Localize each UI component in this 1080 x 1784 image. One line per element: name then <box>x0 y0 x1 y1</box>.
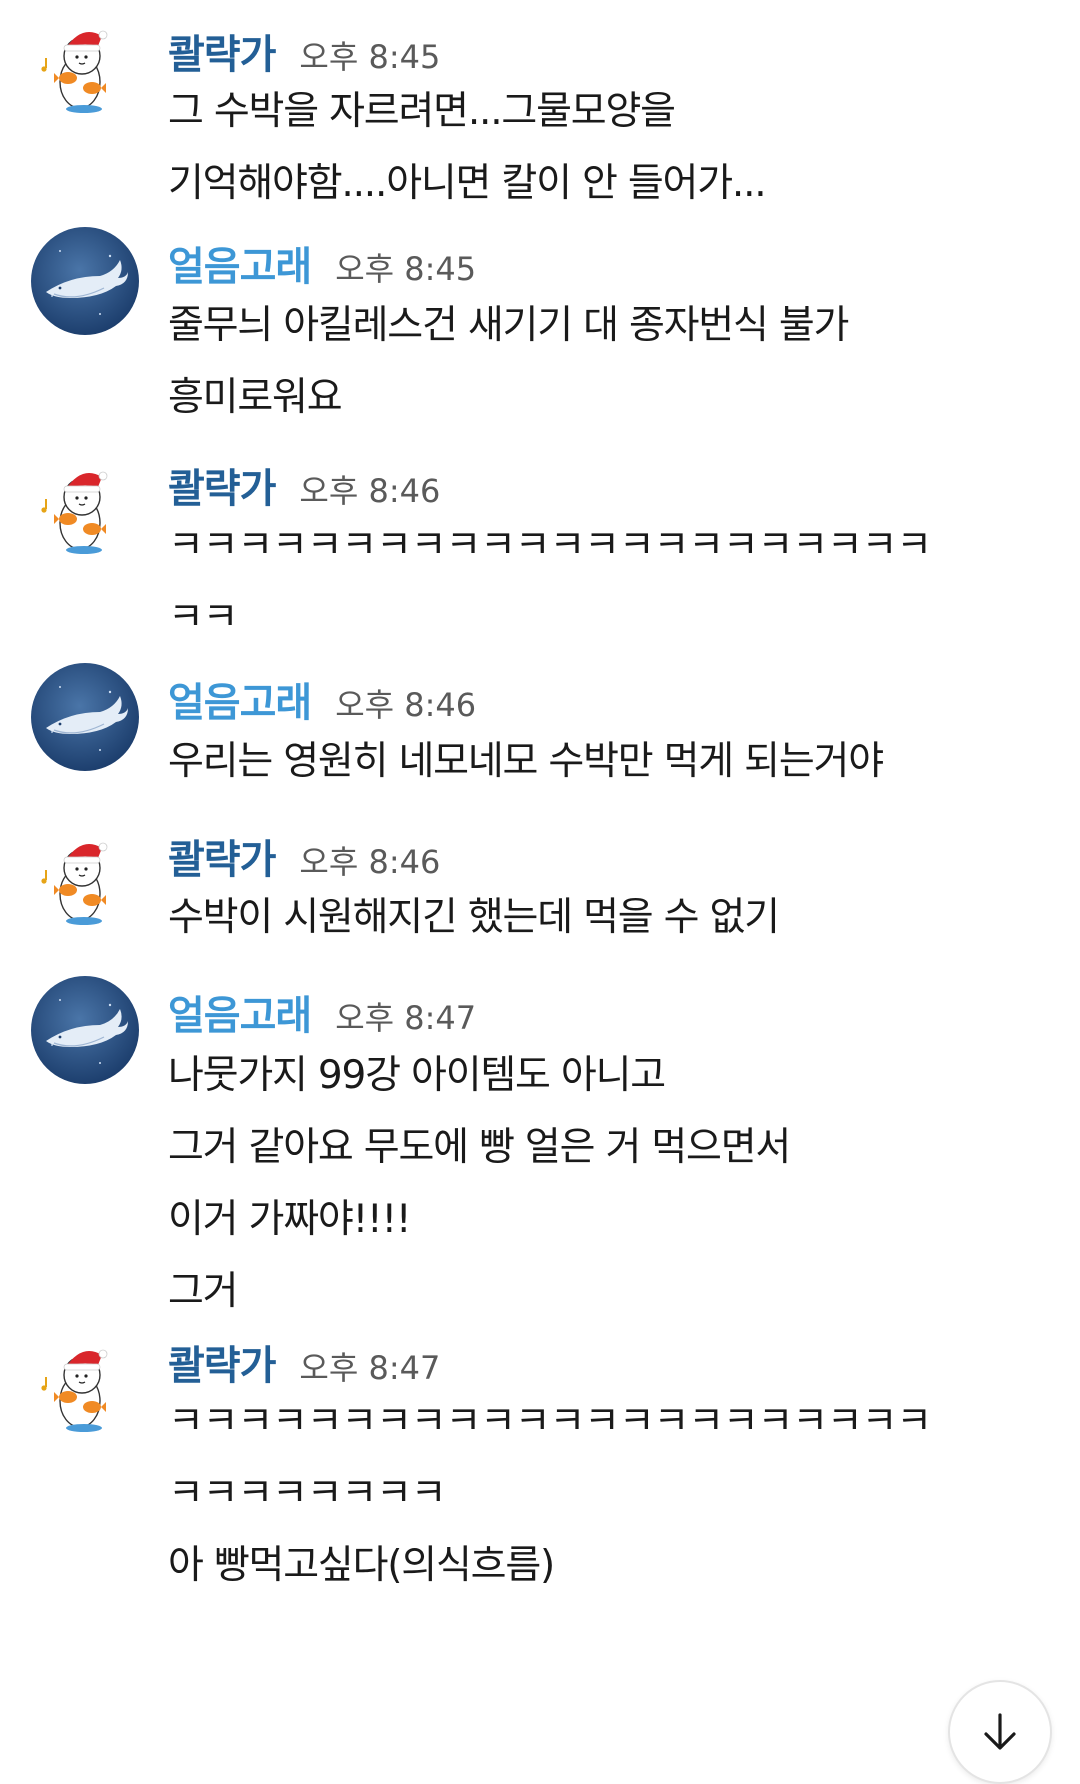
message-body: 나뭇가지 99강 아이템도 아니고 그거 같아요 무도에 빵 얼은 거 먹으면서… <box>168 1040 1068 1328</box>
message-header: 콸략가 오후 8:46 <box>168 827 440 883</box>
sender-name[interactable]: 얼음고래 <box>168 234 312 292</box>
message-body: 줄무늬 아킬레스건 새기기 대 종자번식 불가 흥미로워요 <box>168 290 1068 434</box>
message-line: 줄무늬 아킬레스건 새기기 대 종자번식 불가 <box>168 303 849 348</box>
sender-name[interactable]: 콸략가 <box>168 827 276 885</box>
santa-character-avatar[interactable] <box>30 1333 140 1443</box>
message-line: ㅋㅋㅋㅋㅋㅋㅋㅋ <box>168 1471 447 1516</box>
message-header: 콸략가 오후 8:46 <box>168 456 440 512</box>
message-line: ㅋㅋ <box>168 595 239 640</box>
timestamp: 오후 8:46 <box>299 843 441 881</box>
message-body: ㅋㅋㅋㅋㅋㅋㅋㅋㅋㅋㅋㅋㅋㅋㅋㅋㅋㅋㅋㅋㅋㅋ ㅋㅋㅋㅋㅋㅋㅋㅋ 아 빵먹고싶다(… <box>168 1386 1068 1602</box>
timestamp: 오후 8:47 <box>299 1349 441 1387</box>
timestamp: 오후 8:47 <box>335 999 477 1037</box>
message-body: 그 수박을 자르려면...그물모양을 기억해야함....아니면 칼이 안 들어가… <box>168 76 1068 220</box>
whale-avatar[interactable] <box>30 975 140 1085</box>
santa-character-avatar[interactable] <box>30 14 140 124</box>
message-body: ㅋㅋㅋㅋㅋㅋㅋㅋㅋㅋㅋㅋㅋㅋㅋㅋㅋㅋㅋㅋㅋㅋ ㅋㅋ <box>168 510 1068 654</box>
message-line: ㅋㅋㅋㅋㅋㅋㅋㅋㅋㅋㅋㅋㅋㅋㅋㅋㅋㅋㅋㅋㅋㅋ <box>168 523 932 568</box>
sender-name[interactable]: 콸략가 <box>168 456 276 514</box>
message-body: 수박이 시원해지긴 했는데 먹을 수 없기 <box>168 882 1068 954</box>
message-header: 얼음고래 오후 8:46 <box>168 670 476 726</box>
message-line: 이거 가짜야!!!! <box>168 1197 412 1242</box>
sender-name[interactable]: 콸략가 <box>168 22 276 80</box>
message-line: 그거 같아요 무도에 빵 얼은 거 먹으면서 <box>168 1125 791 1170</box>
message-line: 기억해야함....아니면 칼이 안 들어가... <box>168 161 767 206</box>
arrow-down-icon <box>984 1713 1016 1750</box>
message-line: 우리는 영원히 네모네모 수박만 먹게 되는거야 <box>168 739 884 784</box>
sender-name[interactable]: 콸략가 <box>168 1333 276 1391</box>
message-header: 얼음고래 오후 8:47 <box>168 983 476 1039</box>
santa-character-avatar[interactable] <box>30 826 140 936</box>
message-line: 아 빵먹고싶다(의식흐름) <box>168 1543 555 1588</box>
sender-name[interactable]: 얼음고래 <box>168 670 312 728</box>
santa-character-avatar[interactable] <box>30 455 140 565</box>
message-line: 수박이 시원해지긴 했는데 먹을 수 없기 <box>168 895 780 940</box>
message-line: 그거 <box>168 1269 239 1314</box>
sender-name[interactable]: 얼음고래 <box>168 983 312 1041</box>
message-line: ㅋㅋㅋㅋㅋㅋㅋㅋㅋㅋㅋㅋㅋㅋㅋㅋㅋㅋㅋㅋㅋㅋ <box>168 1399 932 1444</box>
whale-avatar[interactable] <box>30 662 140 772</box>
message-header: 콸략가 오후 8:45 <box>168 22 440 78</box>
timestamp: 오후 8:46 <box>299 472 441 510</box>
message-header: 콸략가 오후 8:47 <box>168 1333 440 1389</box>
chat-log[interactable]: 콸략가 오후 8:45 그 수박을 자르려면...그물모양을 기억해야함....… <box>0 0 1080 1782</box>
scroll-to-bottom-button[interactable] <box>948 1680 1052 1784</box>
whale-avatar[interactable] <box>30 226 140 336</box>
message-line: 흥미로워요 <box>168 375 343 420</box>
timestamp: 오후 8:45 <box>335 250 477 288</box>
message-line: 나뭇가지 99강 아이템도 아니고 <box>168 1053 666 1098</box>
message-body: 우리는 영원히 네모네모 수박만 먹게 되는거야 <box>168 726 1068 798</box>
message-header: 얼음고래 오후 8:45 <box>168 234 476 290</box>
timestamp: 오후 8:46 <box>335 686 477 724</box>
message-line: 그 수박을 자르려면...그물모양을 <box>168 89 676 134</box>
timestamp: 오후 8:45 <box>299 38 441 76</box>
